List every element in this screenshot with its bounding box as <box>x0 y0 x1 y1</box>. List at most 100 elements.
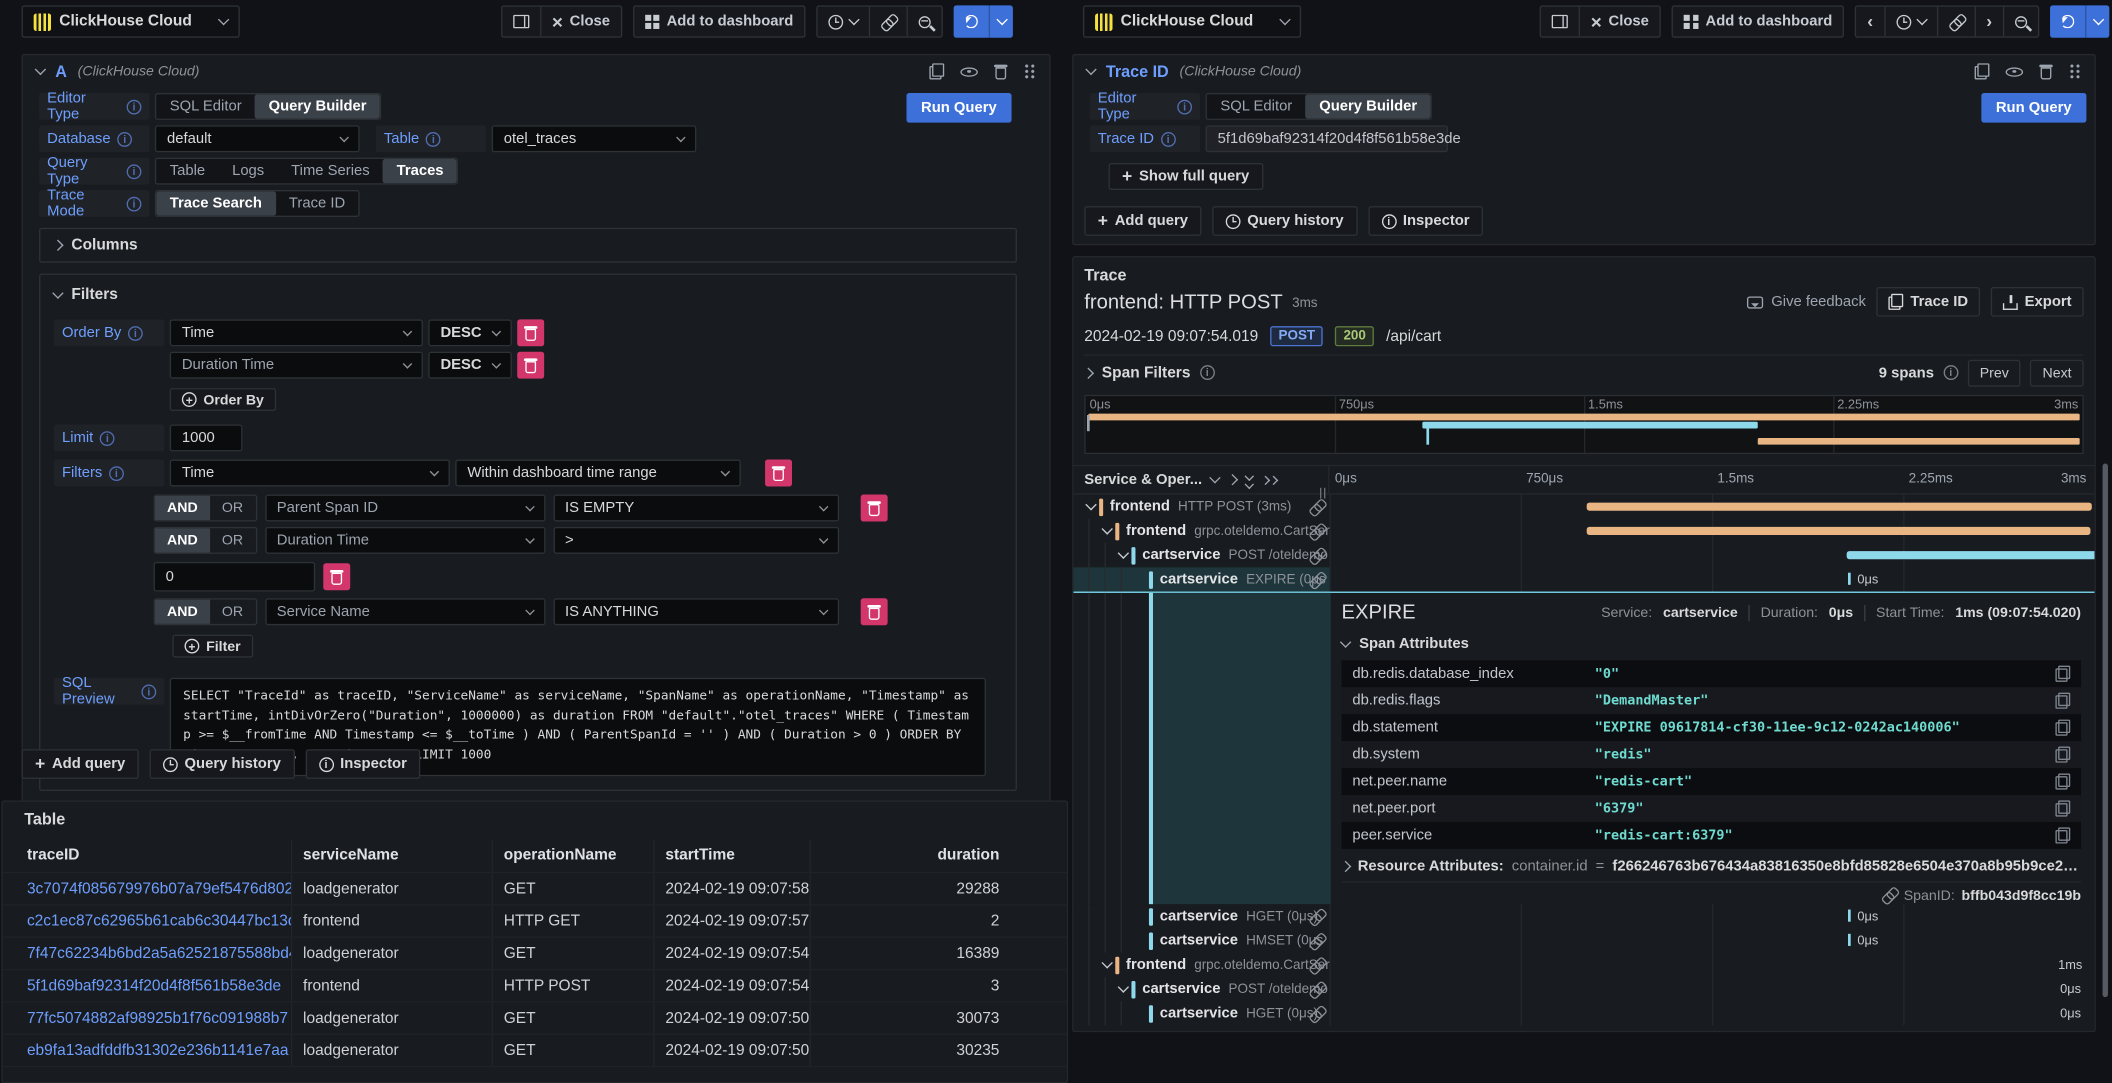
refresh-interval-dropdown[interactable] <box>2085 5 2109 37</box>
and-option[interactable]: AND <box>155 600 210 624</box>
copy-icon[interactable] <box>2055 693 2070 709</box>
link-icon[interactable] <box>1879 885 1900 906</box>
datasource-picker[interactable]: ClickHouse Cloud <box>1083 5 1301 37</box>
refresh-interval-dropdown[interactable] <box>989 5 1013 37</box>
query-history-button[interactable]: Query history <box>150 749 295 779</box>
copy-icon[interactable] <box>2055 747 2070 763</box>
query-type-timeseries[interactable]: Time Series <box>278 159 383 183</box>
or-option[interactable]: OR <box>210 528 255 552</box>
column-header-traceid[interactable]: traceID <box>27 848 291 864</box>
query-history-button[interactable]: Query history <box>1212 206 1357 236</box>
refresh-button[interactable] <box>954 5 989 37</box>
column-header-servicename[interactable]: serviceName <box>291 839 492 871</box>
span-row[interactable]: cartservice HGET (0μs) 0μs <box>1074 1001 2095 1025</box>
query-type-logs[interactable]: Logs <box>219 159 278 183</box>
close-button[interactable]: Close <box>1579 7 1660 37</box>
span-link-icon[interactable] <box>1306 496 1327 517</box>
copy-icon[interactable] <box>2055 666 2070 682</box>
add-order-by-button[interactable]: Order By <box>170 388 276 411</box>
delete-filter-button[interactable] <box>323 563 350 590</box>
query-builder-option[interactable]: Query Builder <box>255 94 380 118</box>
minimap-drag-handle[interactable] <box>1087 415 1090 431</box>
filter-operator-select[interactable]: IS ANYTHING <box>553 598 839 625</box>
delete-filter-button[interactable] <box>860 495 887 522</box>
trace-link[interactable]: 3c7074f085679976b07a79ef5476d802 <box>27 881 291 897</box>
trace-search-option[interactable]: Trace Search <box>156 191 275 215</box>
query-type-traces[interactable]: Traces <box>383 159 457 183</box>
table-row[interactable]: 77fc5074882af98925b1f76c091988b7 loadgen… <box>3 1001 1067 1033</box>
copy-icon[interactable] <box>2055 827 2070 843</box>
order-by-direction-select[interactable]: DESC <box>428 352 512 379</box>
info-icon[interactable] <box>1200 365 1215 380</box>
toggle-visibility-icon[interactable] <box>2006 63 2024 79</box>
filter-operator-select[interactable]: > <box>553 527 839 554</box>
split-pane-button[interactable] <box>1541 7 1579 37</box>
collapse-icon[interactable] <box>1114 551 1132 559</box>
info-icon[interactable] <box>100 431 115 446</box>
expand-one-icon[interactable] <box>1229 476 1237 484</box>
collapse-icon[interactable] <box>1082 503 1100 511</box>
database-select[interactable]: default <box>155 125 360 152</box>
info-icon[interactable] <box>127 164 142 179</box>
table-row[interactable]: 7f47c62234b6bd2a5a62521875588bd4 loadgen… <box>3 937 1067 969</box>
and-option[interactable]: AND <box>155 528 210 552</box>
collapse-icon[interactable] <box>35 64 46 75</box>
time-shift-forward-button[interactable] <box>1974 7 2003 37</box>
filter-field-select[interactable]: Parent Span ID <box>265 495 545 522</box>
query-builder-option[interactable]: Query Builder <box>1306 94 1431 118</box>
span-attributes-toggle[interactable]: Span Attributes <box>1342 636 2081 652</box>
span-row[interactable]: cartservice POST /oteldemo 0μs <box>1074 977 2095 1001</box>
split-pane-button[interactable] <box>502 7 540 37</box>
share-link-button[interactable] <box>1936 7 1974 37</box>
collapse-icon[interactable] <box>1098 527 1116 535</box>
span-filters-toggle[interactable]: Span Filters <box>1084 364 1214 380</box>
filter-field-select[interactable]: Duration Time <box>265 527 545 554</box>
table-row[interactable]: 3c7074f085679976b07a79ef5476d802 loadgen… <box>3 872 1067 904</box>
give-feedback-button[interactable]: Give feedback <box>1747 294 1866 310</box>
order-by-field-select[interactable]: Time <box>170 319 423 346</box>
order-by-field-select[interactable]: Duration Time <box>170 352 423 379</box>
filters-section-header[interactable]: Filters <box>54 287 1002 303</box>
duplicate-query-icon[interactable] <box>1975 63 1990 79</box>
trace-id-button[interactable]: Trace ID <box>1877 287 1980 317</box>
add-query-button[interactable]: Add query <box>22 749 139 779</box>
span-row[interactable]: cartservice HMSET (0μs 0μs <box>1074 928 2095 952</box>
next-span-button[interactable]: Next <box>2030 359 2083 386</box>
info-icon[interactable] <box>426 131 441 146</box>
drag-handle-icon[interactable] <box>2069 63 2081 79</box>
span-row[interactable]: cartservice HGET (0μs) 0μs <box>1074 904 2095 928</box>
filter-operator-select[interactable]: IS EMPTY <box>553 495 839 522</box>
span-row-selected[interactable]: cartservice EXPIRE (0μs 0μs <box>1074 567 2095 591</box>
filter-operator-select[interactable]: Within dashboard time range <box>455 459 741 486</box>
copy-icon[interactable] <box>2055 773 2070 789</box>
refresh-button[interactable] <box>2050 5 2085 37</box>
info-icon[interactable] <box>127 99 142 114</box>
table-select[interactable]: otel_traces <box>492 125 697 152</box>
inspector-button[interactable]: Inspector <box>305 749 420 779</box>
copy-icon[interactable] <box>2055 800 2070 816</box>
prev-span-button[interactable]: Prev <box>1968 359 2021 386</box>
table-row[interactable]: 5f1d69baf92314f20d4f8f561b58e3de fronten… <box>3 969 1067 1001</box>
trace-id-input[interactable]: 5f1d69baf92314f20d4f8f561b58e3de <box>1206 125 1448 152</box>
expand-all-icon[interactable] <box>1263 476 1278 483</box>
copy-icon[interactable] <box>2055 720 2070 736</box>
sql-editor-option[interactable]: SQL Editor <box>1207 94 1306 118</box>
span-row[interactable]: frontend grpc.oteldemo.CartSer 2ms <box>1074 519 2095 543</box>
drag-handle-icon[interactable] <box>1024 63 1036 79</box>
span-row[interactable]: frontend grpc.oteldemo.CartSer 1ms <box>1074 953 2095 977</box>
toggle-visibility-icon[interactable] <box>960 63 978 79</box>
add-to-dashboard-button[interactable]: Add to dashboard <box>634 7 804 37</box>
or-option[interactable]: OR <box>210 496 255 520</box>
filter-value-input[interactable]: 0 <box>154 562 316 592</box>
table-row[interactable]: c2c1ec87c62965b61cab6c30447bc13d fronten… <box>3 904 1067 936</box>
sql-editor-option[interactable]: SQL Editor <box>156 94 255 118</box>
duplicate-query-icon[interactable] <box>929 63 944 79</box>
or-option[interactable]: OR <box>210 600 255 624</box>
add-to-dashboard-button[interactable]: Add to dashboard <box>1673 7 1843 37</box>
column-header-duration[interactable]: duration <box>810 839 1046 871</box>
column-header-starttime[interactable]: startTime <box>653 839 809 871</box>
limit-input[interactable]: 1000 <box>170 424 243 451</box>
run-query-button[interactable]: Run Query <box>906 93 1011 123</box>
info-icon[interactable] <box>1943 365 1958 380</box>
info-icon[interactable] <box>109 466 124 481</box>
